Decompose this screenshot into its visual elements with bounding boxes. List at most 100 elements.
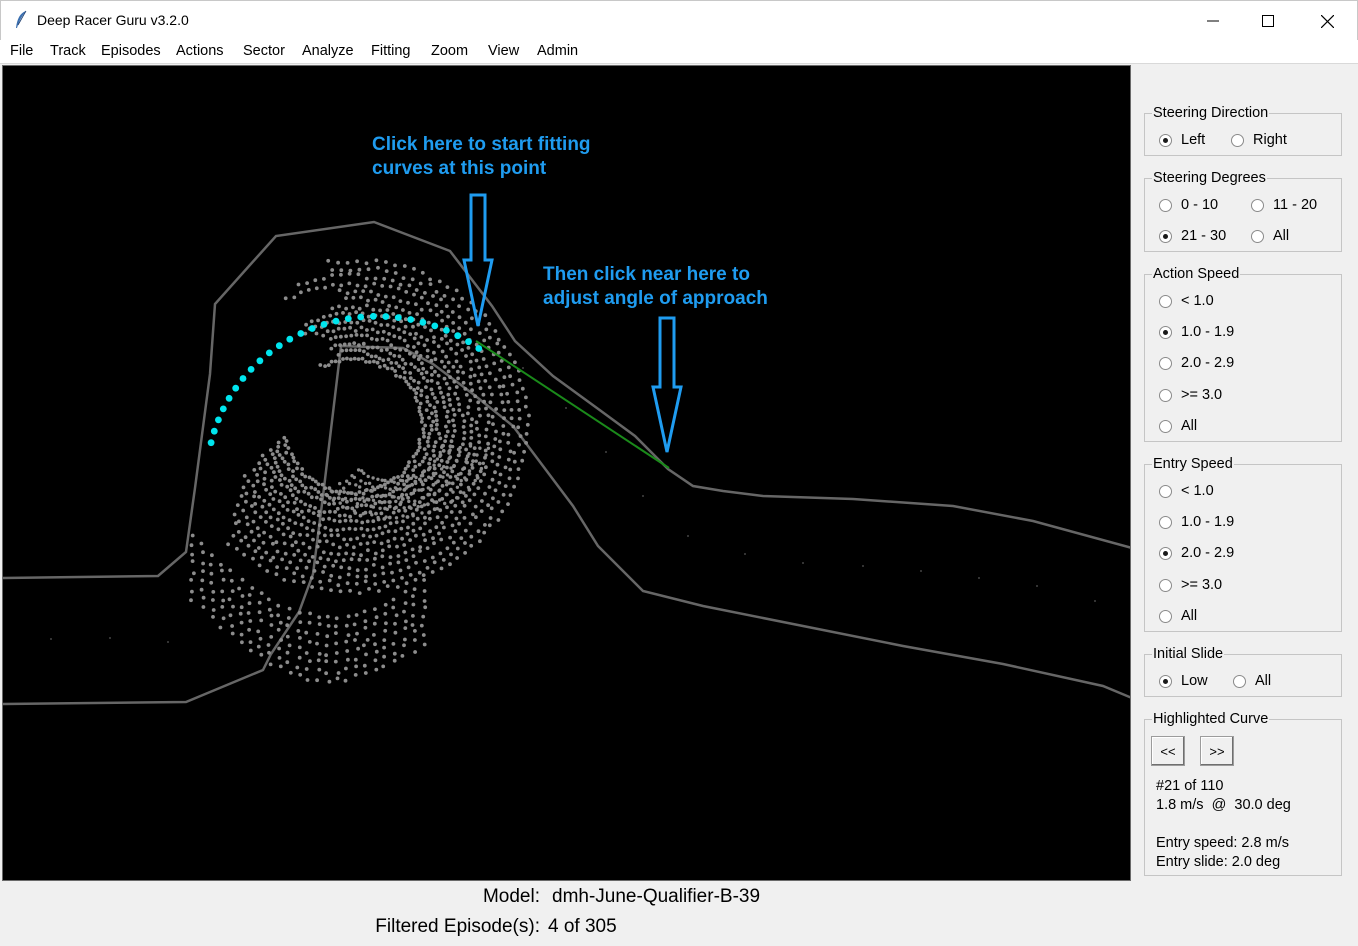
action-point (482, 530, 487, 535)
action-point (344, 666, 348, 671)
action-point (385, 584, 390, 588)
action-point (431, 448, 436, 453)
action-point (461, 380, 466, 385)
menu-view[interactable]: View (488, 43, 519, 59)
menu-track[interactable]: Track (50, 43, 86, 59)
action-point (340, 348, 344, 353)
annotation-line: Then click near here to (543, 264, 750, 285)
action-point (488, 400, 493, 405)
action-speed-1-19-radio[interactable]: 1.0 - 1.9 (1159, 322, 1234, 342)
action-point (275, 517, 280, 522)
action-point (381, 664, 386, 669)
action-point (490, 392, 494, 397)
action-point (426, 444, 431, 448)
action-point (285, 623, 290, 628)
action-point (484, 427, 489, 432)
entry-speed-gte3-radio[interactable]: >= 3.0 (1159, 575, 1222, 595)
action-point (456, 472, 461, 477)
menu-file[interactable]: File (10, 43, 33, 59)
degrees-all-radio[interactable]: All (1251, 226, 1289, 246)
action-point (444, 414, 449, 419)
action-point (412, 378, 416, 383)
degrees-11-20-radio[interactable]: 11 - 20 (1251, 195, 1317, 215)
action-point (278, 478, 282, 482)
action-point (291, 509, 296, 514)
entry-speed-1-19-radio[interactable]: 1.0 - 1.9 (1159, 512, 1234, 532)
action-point (487, 523, 492, 528)
action-speed-gte3-radio[interactable]: >= 3.0 (1159, 385, 1222, 405)
action-point (279, 473, 284, 478)
action-point (366, 267, 371, 272)
action-point (296, 629, 301, 633)
window-title: Deep Racer Guru v3.2.0 (37, 12, 189, 28)
action-point (393, 369, 397, 373)
action-point (303, 502, 308, 507)
steering-right-radio[interactable]: Right (1231, 130, 1287, 150)
action-point (343, 518, 348, 523)
action-point (477, 433, 482, 438)
track-canvas[interactable]: Click here to start fitting curves at th… (2, 65, 1131, 881)
action-point (341, 558, 346, 563)
menu-admin[interactable]: Admin (537, 43, 578, 59)
action-point (398, 299, 403, 303)
action-point (400, 576, 404, 580)
menu-fitting[interactable]: Fitting (371, 43, 411, 59)
previous-curve-button[interactable]: << (1151, 736, 1185, 766)
action-point (276, 444, 281, 449)
action-point (317, 622, 322, 626)
action-speed-2-29-radio[interactable]: 2.0 - 2.9 (1159, 353, 1234, 373)
menu-actions[interactable]: Actions (176, 43, 224, 59)
action-speed-all-radio[interactable]: All (1159, 416, 1197, 436)
maximize-button[interactable] (1239, 1, 1297, 41)
action-point (356, 646, 360, 651)
slide-all-radio[interactable]: All (1233, 671, 1271, 691)
action-point (273, 475, 278, 479)
action-point (393, 346, 398, 351)
menu-sector[interactable]: Sector (243, 43, 285, 59)
menu-zoom[interactable]: Zoom (431, 43, 468, 59)
entry-speed-all-radio[interactable]: All (1159, 606, 1197, 626)
steering-left-radio[interactable]: Left (1159, 130, 1205, 150)
radio-dot (1159, 419, 1172, 433)
action-point (469, 429, 474, 434)
action-point (344, 551, 348, 556)
menu-analyze[interactable]: Analyze (302, 43, 354, 59)
action-point (506, 432, 511, 437)
minimize-button[interactable] (1184, 1, 1242, 41)
action-point (355, 502, 360, 506)
entry-speed-2-29-radio[interactable]: 2.0 - 2.9 (1159, 543, 1234, 563)
action-point (466, 405, 471, 410)
action-point (311, 528, 315, 533)
curve-position: #21 of 110 (1156, 778, 1224, 794)
action-point (344, 506, 349, 510)
action-point (380, 548, 385, 553)
action-point (353, 348, 358, 352)
menu-episodes[interactable]: Episodes (101, 43, 161, 59)
entry-speed-lt1-radio[interactable]: < 1.0 (1159, 481, 1214, 501)
slide-low-radio[interactable]: Low (1159, 671, 1208, 691)
action-speed-lt1-radio[interactable]: < 1.0 (1159, 291, 1214, 311)
action-point (397, 335, 402, 340)
next-curve-button[interactable]: >> (1200, 736, 1234, 766)
action-point (420, 459, 425, 464)
action-point (434, 418, 439, 423)
action-point (458, 490, 463, 494)
degrees-21-30-radio[interactable]: 21 - 30 (1159, 226, 1226, 246)
action-point (371, 307, 376, 312)
action-point (481, 392, 486, 397)
close-button[interactable] (1298, 1, 1356, 41)
action-point (325, 494, 330, 498)
action-point (307, 559, 311, 564)
radio-dot (1159, 198, 1172, 212)
curve-point (275, 342, 283, 350)
maximize-icon (1262, 15, 1274, 27)
action-point (247, 601, 252, 606)
action-point (477, 331, 482, 335)
action-point (319, 497, 323, 502)
action-point (503, 465, 508, 470)
action-point (473, 478, 477, 483)
action-point (388, 555, 393, 559)
radio-label: >= 3.0 (1181, 387, 1223, 403)
degrees-0-10-radio[interactable]: 0 - 10 (1159, 195, 1218, 215)
action-point (189, 543, 194, 548)
